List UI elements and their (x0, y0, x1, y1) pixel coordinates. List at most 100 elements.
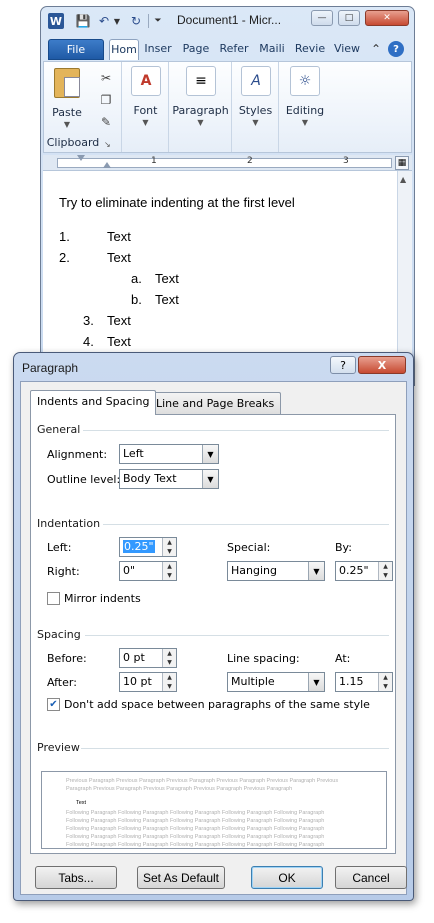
right-indent-spinner[interactable]: ▲ ▼ (162, 562, 176, 580)
maximize-button[interactable]: □ (338, 10, 360, 26)
help-icon[interactable]: ? (388, 41, 404, 57)
left-indent-spinner[interactable]: ▲ ▼ (162, 538, 176, 556)
tab-page-layout[interactable]: Page (179, 39, 213, 60)
cancel-button[interactable]: Cancel (335, 866, 407, 889)
styles-label[interactable]: Styles (233, 104, 278, 117)
preview-following-line: Following Paragraph Following Paragraph … (66, 834, 325, 840)
font-label[interactable]: Font (123, 104, 168, 117)
alignment-label: Alignment: (47, 448, 108, 461)
dialog-close-button[interactable]: X (358, 356, 406, 374)
by-spinner[interactable]: ▲ ▼ (378, 562, 392, 580)
undo-dropdown-icon[interactable]: ▼ (113, 13, 121, 29)
hanging-indent-marker[interactable] (103, 162, 111, 168)
paste-label[interactable]: Paste (41, 106, 102, 119)
tabs-button[interactable]: Tabs... (35, 866, 117, 889)
dialog-title: Paragraph (22, 361, 79, 375)
left-indent-input[interactable]: 0.25" ▲ ▼ (119, 537, 177, 557)
list-marker: 2. (59, 250, 70, 265)
before-label: Before: (47, 652, 87, 665)
document-heading: Try to eliminate indenting at the first … (59, 195, 295, 210)
font-icon[interactable]: A (131, 66, 161, 96)
tab-insert[interactable]: Inser (141, 39, 175, 60)
paragraph-group: ≡ Paragraph ▼ (170, 62, 232, 152)
after-spinner[interactable]: ▲ ▼ (162, 673, 176, 691)
after-value: 10 pt (123, 675, 152, 688)
mirror-indents-checkbox[interactable] (47, 592, 60, 605)
by-value: 0.25" (339, 564, 369, 577)
chevron-down-icon[interactable]: ▼ (308, 562, 324, 580)
cut-icon[interactable]: ✂ (98, 70, 114, 86)
dont-add-space-checkbox[interactable]: ✔ (47, 698, 60, 711)
at-input[interactable]: 1.15 ▲ ▼ (335, 672, 393, 692)
outline-level-select[interactable]: Body Text ▼ (119, 469, 219, 489)
right-indent-input[interactable]: 0" ▲ ▼ (119, 561, 177, 581)
at-label: At: (335, 652, 351, 665)
word-logo-icon[interactable]: W (48, 13, 64, 29)
tab-indents-and-spacing[interactable]: Indents and Spacing (30, 390, 157, 415)
chevron-down-icon[interactable]: ▼ (202, 445, 218, 463)
font-dropdown-icon[interactable]: ▼ (123, 118, 168, 127)
tab-review[interactable]: Revie (293, 39, 327, 60)
tab-references[interactable]: Refer (217, 39, 251, 60)
dont-add-space-label[interactable]: Don't add space between paragraphs of th… (64, 698, 370, 711)
minimize-button[interactable]: — (311, 10, 333, 26)
undo-icon[interactable]: ↶ (97, 13, 111, 29)
first-line-indent-marker[interactable] (77, 155, 85, 161)
paragraph-dropdown-icon[interactable]: ▼ (170, 118, 231, 127)
at-spinner[interactable]: ▲ ▼ (378, 673, 392, 691)
after-label: After: (47, 676, 77, 689)
paste-dropdown-icon[interactable]: ▼ (41, 120, 102, 129)
paragraph-dialog: Paragraph ? X Indents and Spacing Line a… (13, 352, 414, 901)
editing-group: ☼ Editing ▼ (280, 62, 330, 152)
chevron-down-icon[interactable]: ▼ (202, 470, 218, 488)
indentation-heading: Indentation (37, 517, 101, 530)
mirror-indents-label[interactable]: Mirror indents (64, 592, 141, 605)
paste-icon[interactable] (54, 68, 80, 98)
alignment-select[interactable]: Left ▼ (119, 444, 219, 464)
before-spinner[interactable]: ▲ ▼ (162, 649, 176, 667)
left-indent-value: 0.25" (123, 540, 155, 553)
word-window: W 💾 ↶ ▼ ↻ ⏷ Document1 - Micr... — □ ✕ Fi… (40, 6, 415, 386)
by-input[interactable]: 0.25" ▲ ▼ (335, 561, 393, 581)
format-painter-icon[interactable]: ✎ (98, 114, 114, 130)
paragraph-label[interactable]: Paragraph (170, 104, 231, 117)
quick-access-separator (148, 14, 149, 28)
copy-icon[interactable]: ❐ (98, 92, 114, 108)
styles-dropdown-icon[interactable]: ▼ (233, 118, 278, 127)
scroll-up-icon[interactable]: ▲ (400, 175, 406, 184)
binoculars-icon[interactable]: ☼ (290, 66, 320, 96)
dialog-help-button[interactable]: ? (330, 356, 356, 374)
set-as-default-button[interactable]: Set As Default (137, 866, 225, 889)
editing-label[interactable]: Editing (280, 104, 330, 117)
minimize-ribbon-icon[interactable]: ⌃ (371, 42, 381, 56)
tab-home[interactable]: Hom (109, 39, 139, 60)
after-input[interactable]: 10 pt ▲ ▼ (119, 672, 177, 692)
ruler-number: 2 (247, 156, 253, 166)
preview-following-line: Following Paragraph Following Paragraph … (66, 810, 325, 816)
preview-heading: Preview (37, 741, 80, 754)
tab-line-and-page-breaks[interactable]: Line and Page Breaks (149, 392, 282, 414)
save-icon[interactable]: 💾 (76, 13, 91, 29)
editing-dropdown-icon[interactable]: ▼ (280, 118, 330, 127)
clipboard-launcher-icon[interactable]: ↘ (104, 140, 111, 149)
indents-spacing-panel: General Alignment: Left ▼ Outline level:… (30, 414, 396, 854)
customize-quick-access-icon[interactable]: ⏷ (153, 13, 163, 29)
ok-button[interactable]: OK (251, 866, 323, 889)
styles-icon[interactable]: A (241, 66, 271, 96)
close-window-button[interactable]: ✕ (365, 10, 409, 26)
tab-view[interactable]: View (331, 39, 363, 60)
redo-icon[interactable]: ↻ (129, 13, 143, 29)
line-spacing-select[interactable]: Multiple ▼ (227, 672, 325, 692)
special-value: Hanging (231, 564, 277, 577)
paragraph-icon[interactable]: ≡ (186, 66, 216, 96)
ribbon: Paste ▼ ✂ ❐ ✎ Clipboard ↘ A Font ▼ ≡ Par… (43, 61, 412, 153)
before-input[interactable]: 0 pt ▲ ▼ (119, 648, 177, 668)
chevron-down-icon[interactable]: ▼ (308, 673, 324, 691)
list-item-text: Text (107, 313, 131, 328)
tab-mailings[interactable]: Maili (255, 39, 289, 60)
view-ruler-icon[interactable]: ▦ (395, 156, 409, 170)
tab-file[interactable]: File (48, 39, 104, 60)
ruler-number: 3 (343, 156, 349, 166)
special-select[interactable]: Hanging ▼ (227, 561, 325, 581)
before-value: 0 pt (123, 651, 145, 664)
